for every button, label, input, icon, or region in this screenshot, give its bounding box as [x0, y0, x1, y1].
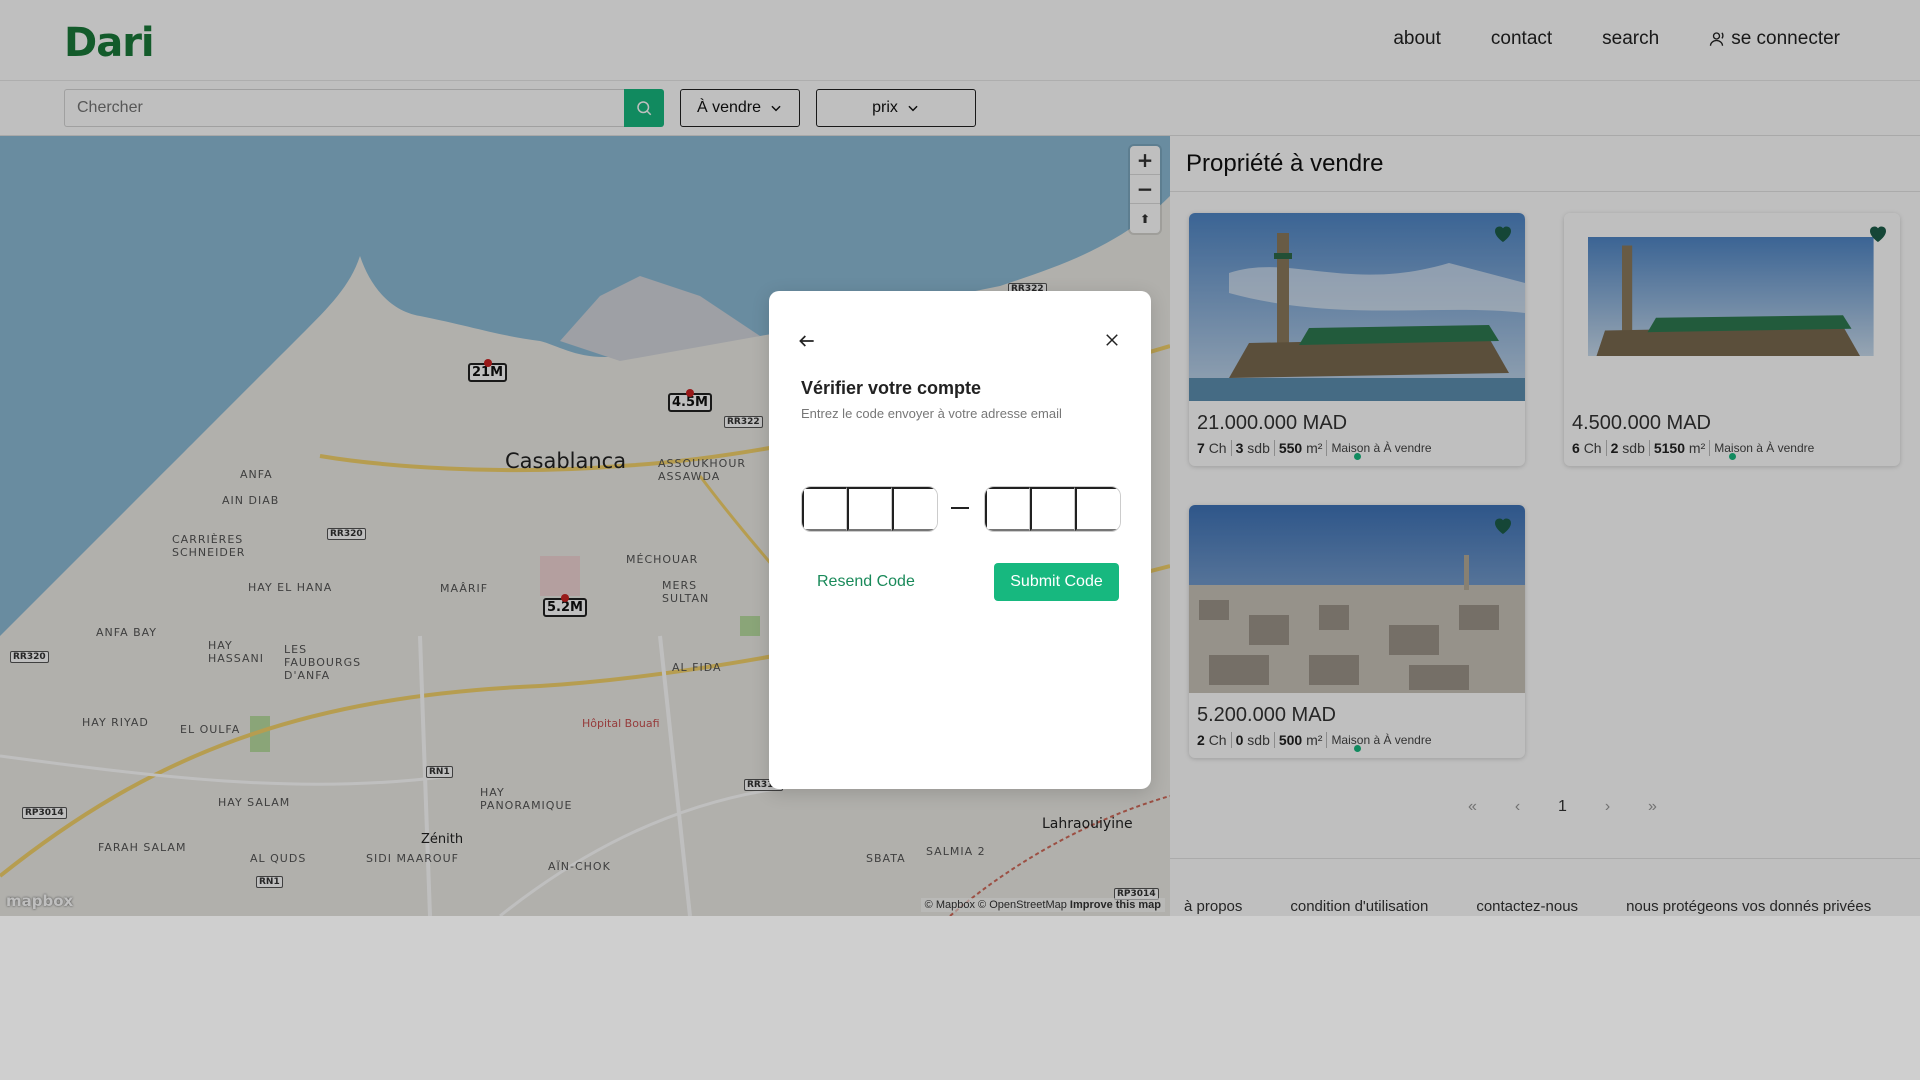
- close-icon[interactable]: [1103, 331, 1121, 349]
- code-digit-input[interactable]: [985, 487, 1030, 531]
- code-input-group: [801, 486, 938, 532]
- resend-code-button[interactable]: Resend Code: [817, 573, 915, 591]
- submit-code-button[interactable]: Submit Code: [994, 563, 1119, 601]
- back-arrow-icon[interactable]: [797, 331, 817, 351]
- code-digit-input[interactable]: [802, 487, 847, 531]
- verify-account-modal: Vérifier votre compte Entrez le code env…: [769, 291, 1151, 789]
- code-separator: [951, 507, 969, 509]
- code-digit-input[interactable]: [892, 487, 937, 531]
- code-input-group: [984, 486, 1121, 532]
- code-digit-input[interactable]: [1075, 487, 1120, 531]
- modal-title: Vérifier votre compte: [801, 378, 982, 398]
- modal-subtitle: Entrez le code envoyer à votre adresse e…: [801, 406, 1062, 421]
- code-digit-input[interactable]: [1030, 487, 1075, 531]
- page-blank-area: [0, 916, 1920, 1080]
- code-digit-input[interactable]: [847, 487, 892, 531]
